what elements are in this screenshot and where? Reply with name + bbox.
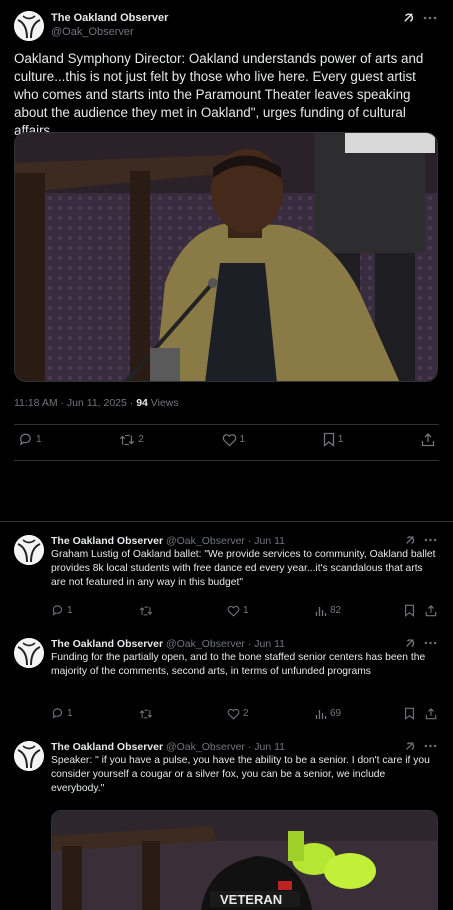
reply-post[interactable]: The Oakland Observer @Oak_Observer · Jun… — [0, 535, 453, 625]
like-button[interactable]: 1 — [227, 605, 315, 617]
view-count: 82 — [330, 605, 342, 616]
bookmark-icon[interactable] — [404, 604, 415, 617]
reply-button[interactable]: 1 — [18, 432, 42, 447]
reply-icon — [19, 433, 31, 446]
more-icon[interactable] — [423, 16, 437, 20]
like-icon — [227, 605, 240, 617]
reply-count: 1 — [36, 434, 42, 445]
post-date[interactable]: · Jun 11 — [248, 535, 285, 547]
cap-text: VETERAN — [220, 892, 282, 907]
bookmark-icon — [323, 432, 334, 447]
grok-icon[interactable] — [402, 11, 415, 24]
avatar[interactable] — [14, 535, 44, 565]
author-name[interactable]: The Oakland Observer — [51, 12, 168, 24]
divider — [14, 460, 439, 461]
reply-post[interactable]: The Oakland Observer @Oak_Observer · Jun… — [0, 741, 453, 910]
share-button[interactable] — [421, 432, 435, 447]
repost-button[interactable]: 2 — [119, 433, 144, 447]
author-handle[interactable]: @Oak_Observer — [166, 638, 245, 650]
like-button[interactable]: 1 — [222, 433, 246, 447]
avatar[interactable] — [14, 11, 44, 41]
author-handle[interactable]: @Oak_Observer — [166, 741, 245, 753]
avatar[interactable] — [14, 638, 44, 668]
reply-icon — [52, 708, 63, 719]
views-count: 94 — [136, 397, 148, 409]
author-name[interactable]: The Oakland Observer — [51, 535, 163, 547]
author-name[interactable]: The Oakland Observer — [51, 741, 163, 753]
reply-button[interactable]: 1 — [51, 707, 139, 720]
share-icon — [421, 432, 435, 446]
post-text: Speaker: " if you have a pulse, you have… — [51, 755, 430, 795]
bookmark-icon[interactable] — [404, 707, 415, 720]
grok-icon[interactable] — [404, 637, 416, 649]
post-text: Oakland Symphony Director: Oakland under… — [14, 51, 424, 138]
post-image[interactable] — [14, 132, 438, 382]
author-handle[interactable]: @Oak_Observer — [166, 535, 245, 547]
views-button[interactable]: 82 — [315, 605, 403, 617]
repost-icon — [139, 606, 153, 615]
post-text: Graham Lustig of Oakland ballet: "We pro… — [51, 549, 436, 589]
like-count: 1 — [239, 434, 246, 445]
post-actions: 1 2 1 1 — [18, 432, 435, 447]
avatar[interactable] — [14, 741, 44, 771]
views-icon — [315, 709, 327, 719]
reply-button[interactable]: 1 — [51, 604, 139, 617]
post-text: Funding for the partially open, and to t… — [51, 652, 426, 678]
grok-icon[interactable] — [404, 740, 416, 752]
like-count: 2 — [243, 708, 249, 719]
bookmark-count: 1 — [337, 434, 344, 445]
like-button[interactable]: 2 — [227, 708, 315, 720]
repost-icon — [139, 709, 153, 718]
post-date[interactable]: · Jun 11 — [248, 638, 285, 650]
post-image[interactable]: VETERAN — [51, 810, 438, 910]
bookmark-button[interactable]: 1 — [323, 432, 344, 447]
repost-count: 2 — [138, 434, 144, 445]
more-icon[interactable] — [424, 641, 437, 645]
repost-icon — [120, 434, 135, 445]
views-label: Views — [147, 397, 179, 409]
repost-button[interactable] — [139, 708, 227, 720]
reply-icon — [52, 605, 63, 616]
share-icon[interactable] — [425, 707, 437, 720]
grok-icon[interactable] — [404, 534, 416, 546]
post-date[interactable]: · Jun 11 — [248, 741, 285, 753]
main-post[interactable]: The Oakland Observer @Oak_Observer Oakla… — [0, 0, 453, 522]
post-meta: 11:18 AM · Jun 11, 2025 · 94 Views — [14, 397, 179, 409]
share-icon[interactable] — [425, 604, 437, 617]
repost-button[interactable] — [139, 605, 227, 617]
reply-count: 1 — [67, 605, 73, 616]
author-name[interactable]: The Oakland Observer — [51, 638, 163, 650]
more-icon[interactable] — [424, 744, 437, 748]
reply-post[interactable]: The Oakland Observer @Oak_Observer · Jun… — [0, 638, 453, 728]
post-timestamp[interactable]: 11:18 AM · Jun 11, 2025 · — [14, 397, 136, 409]
views-icon — [315, 606, 327, 616]
post-actions: 1 2 69 — [51, 707, 437, 720]
view-count: 69 — [330, 708, 342, 719]
like-icon — [222, 433, 236, 446]
post-actions: 1 1 82 — [51, 604, 437, 617]
reply-count: 1 — [67, 708, 73, 719]
views-button[interactable]: 69 — [315, 708, 403, 720]
like-icon — [227, 708, 240, 720]
divider — [14, 424, 439, 425]
author-handle[interactable]: @Oak_Observer — [51, 26, 134, 38]
more-icon[interactable] — [424, 538, 437, 542]
like-count: 1 — [243, 605, 249, 616]
